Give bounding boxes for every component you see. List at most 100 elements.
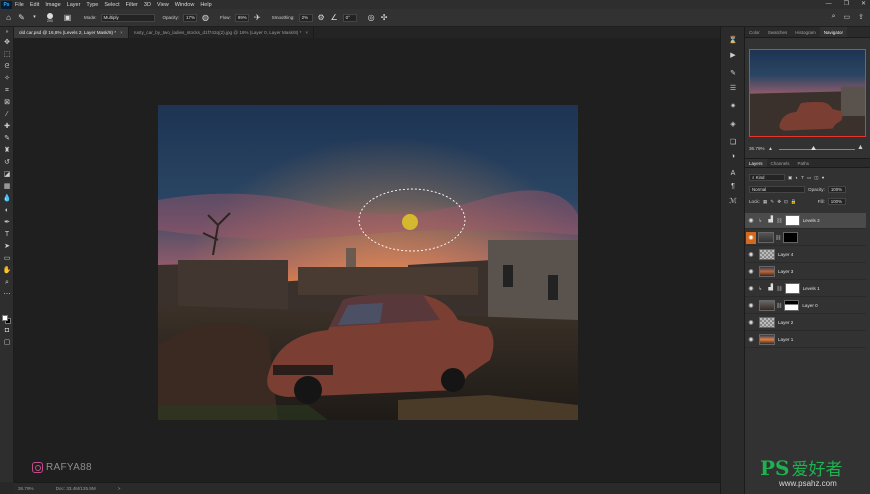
screen-mode-icon[interactable]: ▢ [2, 339, 12, 347]
menu-file[interactable]: File [12, 2, 27, 8]
chevron-down-icon[interactable]: ▾ [30, 13, 39, 22]
menu-3d[interactable]: 3D [141, 2, 154, 8]
link-chain-icon[interactable]: ⛓ [775, 235, 781, 241]
link-chain-icon[interactable]: ⛓ [776, 286, 782, 292]
filter-type-icon[interactable]: T [801, 175, 804, 180]
tab-paths[interactable]: Paths [794, 159, 814, 167]
layer-row[interactable]: ◉ Layer 3 [745, 264, 866, 280]
layer-row[interactable]: ◉ Layer 1 [745, 332, 866, 348]
blur-tool-icon[interactable]: 💧 [2, 195, 12, 203]
quick-select-tool-icon[interactable]: ✧ [2, 75, 12, 83]
close-icon[interactable]: × [120, 30, 123, 35]
layer-mask-thumbnail[interactable] [784, 283, 800, 294]
history-icon[interactable]: ⌛ [728, 36, 738, 45]
shape-tool-icon[interactable]: ▭ [2, 255, 12, 263]
eraser-tool-icon[interactable]: ◪ [2, 171, 12, 179]
filter-smart-icon[interactable]: ◫ [814, 175, 818, 181]
pen-tool-icon[interactable]: ✒ [2, 219, 12, 227]
visibility-eye-icon[interactable]: ◉ [745, 285, 757, 292]
menu-view[interactable]: View [154, 2, 172, 8]
layer-kind-filter[interactable]: ⌕ Kind [749, 174, 785, 181]
marquee-tool-icon[interactable]: ⬚ [2, 51, 12, 59]
filter-pixel-icon[interactable]: ▣ [788, 175, 792, 181]
layer-name[interactable]: Layer 0 [802, 303, 817, 308]
pressure-opacity-icon[interactable]: ◍ [201, 13, 210, 22]
workspace-icon[interactable]: ▭ [844, 13, 851, 21]
flow-field[interactable]: 99% [234, 13, 249, 22]
navigator-zoom-value[interactable]: 36.79% [749, 146, 765, 151]
filter-toggle-icon[interactable]: ● [822, 175, 825, 180]
opacity-field[interactable]: 17% [183, 13, 198, 22]
mode-select[interactable]: Multiply [100, 13, 155, 22]
menu-select[interactable]: Select [101, 2, 122, 8]
tab-color[interactable]: Color [745, 27, 764, 37]
layer-mask-thumbnail[interactable] [783, 232, 799, 243]
glyphs-icon[interactable]: ℳ [728, 197, 738, 206]
search-icon[interactable]: ⌕ [832, 13, 836, 21]
layer-name[interactable]: Layer 2 [778, 320, 793, 325]
visibility-eye-icon[interactable]: ◉ [745, 268, 757, 275]
status-menu-arrow[interactable]: > [118, 486, 121, 491]
layer-thumbnail[interactable] [759, 334, 775, 345]
menu-type[interactable]: Type [83, 2, 101, 8]
filter-shape-icon[interactable]: ▭ [807, 175, 811, 181]
menu-image[interactable]: Image [42, 2, 63, 8]
close-icon[interactable]: × [305, 30, 308, 35]
zoom-level[interactable]: 36.79% [18, 486, 34, 491]
collapse-icon[interactable]: » [2, 28, 12, 36]
visibility-eye-icon[interactable]: ◉ [745, 217, 757, 224]
fill-field[interactable]: 100% [827, 198, 846, 205]
tab-rusty-car[interactable]: rusty_car_by_two_ladies_stocks_d1f742q(2… [129, 27, 315, 38]
zoom-out-icon[interactable]: ▲ [768, 146, 773, 152]
tab-histogram[interactable]: Histogram [791, 27, 820, 37]
smoothing-settings-icon[interactable]: ⚙ [317, 13, 326, 22]
brush-tool-icon[interactable]: ✎ [2, 135, 12, 143]
hand-tool-icon[interactable]: ✋ [2, 267, 12, 275]
brush-preset-picker[interactable]: 200 [47, 12, 53, 23]
layer-row[interactable]: ◉ ⛓ [745, 230, 866, 246]
dodge-tool-icon[interactable]: ◐ [2, 207, 12, 215]
layer-mask-thumbnail[interactable] [784, 300, 800, 311]
zoom-in-icon[interactable]: ▲ [857, 144, 864, 151]
layer-row[interactable]: ◉ ↳ ▟ ⛓ Levels 2 [745, 213, 866, 229]
tab-swatches[interactable]: Swatches [764, 27, 792, 37]
paragraph-icon[interactable]: ¶ [728, 182, 738, 191]
layer-opacity-field[interactable]: 100% [827, 186, 846, 193]
layer-name[interactable]: Levels 2 [803, 218, 820, 223]
lasso-tool-icon[interactable]: ᘓ [2, 63, 12, 71]
navigator-view-frame[interactable] [749, 49, 866, 137]
navigator-zoom-slider[interactable] [779, 149, 855, 150]
brush-tool-icon[interactable]: ✎ [17, 13, 26, 22]
menu-edit[interactable]: Edit [27, 2, 42, 8]
airbrush-icon[interactable]: ✈ [253, 13, 262, 22]
layer-thumbnail[interactable] [759, 300, 775, 311]
eyedropper-tool-icon[interactable]: ⁄ [2, 111, 12, 119]
adjustments-sliders-icon[interactable]: ☰ [728, 84, 738, 93]
visibility-eye-icon[interactable]: ◉ [745, 302, 757, 309]
layer-thumbnail[interactable] [758, 232, 774, 243]
symmetry-icon[interactable]: ✣ [380, 13, 389, 22]
visibility-eye-icon[interactable]: ◉ [745, 251, 757, 258]
visibility-eye-icon[interactable]: ◉ [746, 231, 756, 244]
layer-row[interactable]: ◉ ⛓ Layer 0 [745, 298, 866, 314]
layer-name[interactable]: Layer 4 [778, 252, 793, 257]
lock-pixels-icon[interactable]: ▦ [763, 199, 767, 205]
character-icon[interactable]: A [728, 169, 738, 178]
tab-layers[interactable]: Layers [745, 159, 767, 167]
tab-navigator[interactable]: Navigator [819, 27, 848, 37]
close-window-button[interactable]: ✕ [861, 0, 866, 9]
path-select-tool-icon[interactable]: ➤ [2, 243, 12, 251]
stamp-tool-icon[interactable]: ♜ [2, 147, 12, 155]
lock-all-icon[interactable]: 🔒 [791, 199, 797, 205]
navigator-slider-knob[interactable] [811, 146, 816, 150]
history-brush-icon[interactable]: ↺ [2, 159, 12, 167]
menu-filter[interactable]: Filter [123, 2, 141, 8]
move-tool-icon[interactable]: ✥ [2, 39, 12, 47]
layer-thumbnail[interactable] [759, 317, 775, 328]
link-chain-icon[interactable]: ⛓ [776, 218, 782, 224]
tab-old-car[interactable]: old car.psd @ 16,8% (Levels 2, Layer Mas… [14, 27, 129, 38]
layer-mask-thumbnail[interactable] [784, 215, 800, 226]
lock-position-icon[interactable]: ✥ [777, 199, 781, 205]
menu-help[interactable]: Help [197, 2, 214, 8]
frame-tool-icon[interactable]: ⊠ [2, 99, 12, 107]
